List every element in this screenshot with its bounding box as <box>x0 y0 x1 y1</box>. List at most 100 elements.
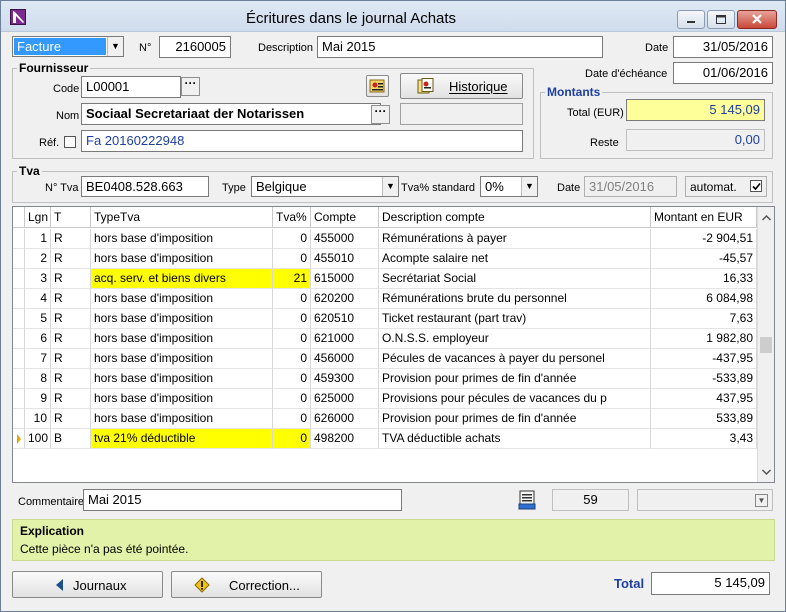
cell-t[interactable]: R <box>51 309 91 329</box>
history-button[interactable]: Historique <box>400 73 523 99</box>
row-selector[interactable] <box>13 309 25 329</box>
cell-t[interactable]: R <box>51 269 91 289</box>
column-header-tva-pct[interactable]: Tva% <box>273 207 311 228</box>
cell-tva-pct[interactable]: 0 <box>273 309 311 329</box>
cell-typetva[interactable]: hors base d'imposition <box>91 229 273 249</box>
chevron-down-icon[interactable]: ▼ <box>521 177 537 196</box>
table-row[interactable]: 8 Rhors base d'imposition 0 459300 Provision… <box>13 369 757 389</box>
table-row[interactable]: 2 Rhors base d'imposition 0 455010 Acompte s… <box>13 249 757 269</box>
cell-t[interactable]: R <box>51 329 91 349</box>
cell-compte[interactable]: 615000 <box>311 269 379 289</box>
cell-typetva[interactable]: acq. serv. et biens divers <box>91 269 273 289</box>
ref-checkbox[interactable] <box>64 136 76 148</box>
cell-lgn[interactable]: 3 <box>25 269 51 289</box>
cell-montant[interactable]: -45,57 <box>651 249 757 269</box>
chevron-down-icon[interactable]: ▼ <box>107 37 123 56</box>
table-row[interactable]: 10 Rhors base d'imposition 0 626000 Provisio… <box>13 409 757 429</box>
cell-t[interactable]: R <box>51 389 91 409</box>
cell-description[interactable]: Acompte salaire net <box>379 249 651 269</box>
cell-compte[interactable]: 498200 <box>311 429 379 449</box>
cell-compte[interactable]: 620200 <box>311 289 379 309</box>
cell-description[interactable]: Pécules de vacances à payer du personel <box>379 349 651 369</box>
cell-description[interactable]: Provisions pour pécules de vacances du p <box>379 389 651 409</box>
cell-montant[interactable]: 6 084,98 <box>651 289 757 309</box>
notes-button[interactable] <box>516 490 541 512</box>
code-field[interactable]: L00001 <box>81 76 181 98</box>
table-row[interactable]: 6 Rhors base d'imposition 0 621000 O.N.S.S. … <box>13 329 757 349</box>
cell-typetva[interactable]: hors base d'imposition <box>91 329 273 349</box>
code-lookup-button[interactable]: ··· <box>181 77 200 96</box>
cell-t[interactable]: R <box>51 249 91 269</box>
row-selector[interactable] <box>13 329 25 349</box>
cell-description[interactable]: Provision pour primes de fin d'année <box>379 369 651 389</box>
table-row[interactable]: 5 Rhors base d'imposition 0 620510 Ticket re… <box>13 309 757 329</box>
name-field[interactable]: Sociaal Secretariaat der Notarissen <box>81 103 381 125</box>
close-button[interactable] <box>737 10 777 29</box>
cell-typetva[interactable]: hors base d'imposition <box>91 309 273 329</box>
cell-compte[interactable]: 459300 <box>311 369 379 389</box>
supplier-card-button[interactable] <box>366 75 389 97</box>
row-selector[interactable] <box>13 389 25 409</box>
cell-t[interactable]: R <box>51 289 91 309</box>
cell-compte[interactable]: 620510 <box>311 309 379 329</box>
scrollbar-thumb[interactable] <box>760 337 772 353</box>
cell-t[interactable]: R <box>51 349 91 369</box>
cell-typetva[interactable]: hors base d'imposition <box>91 249 273 269</box>
row-selector[interactable] <box>13 229 25 249</box>
table-row[interactable]: 7 Rhors base d'imposition 0 456000 Pécules d… <box>13 349 757 369</box>
cell-lgn[interactable]: 9 <box>25 389 51 409</box>
table-row[interactable]: 3 Racq. serv. et biens divers 21 615000 Secr… <box>13 269 757 289</box>
vertical-scrollbar[interactable] <box>757 207 774 482</box>
column-header-lgn[interactable]: Lgn <box>25 207 51 228</box>
tva-number-field[interactable]: BE0408.528.663 <box>81 176 209 197</box>
cell-compte[interactable]: 456000 <box>311 349 379 369</box>
cell-montant[interactable]: -2 904,51 <box>651 229 757 249</box>
table-row[interactable]: 100 Btva 21% déductible 0 498200 TVA déducti… <box>13 429 757 449</box>
cell-typetva[interactable]: tva 21% déductible <box>91 429 273 449</box>
cell-description[interactable]: Rémunérations à payer <box>379 229 651 249</box>
extra-dropdown[interactable]: ▼ <box>637 489 773 511</box>
cell-compte[interactable]: 621000 <box>311 329 379 349</box>
cell-description[interactable]: Ticket restaurant (part trav) <box>379 309 651 329</box>
chevron-down-icon[interactable]: ▼ <box>382 177 398 196</box>
cell-lgn[interactable]: 1 <box>25 229 51 249</box>
due-date-field[interactable]: 01/06/2016 <box>673 62 773 84</box>
cell-lgn[interactable]: 10 <box>25 409 51 429</box>
correction-button[interactable]: Correction... <box>171 571 322 598</box>
column-header-t[interactable]: T <box>51 207 91 228</box>
cell-compte[interactable]: 625000 <box>311 389 379 409</box>
cell-lgn[interactable]: 5 <box>25 309 51 329</box>
cell-montant[interactable]: -533,89 <box>651 369 757 389</box>
cell-compte[interactable]: 455000 <box>311 229 379 249</box>
cell-tva-pct[interactable]: 0 <box>273 409 311 429</box>
number-field[interactable]: 2160005 <box>159 36 231 58</box>
cell-t[interactable]: R <box>51 409 91 429</box>
cell-t[interactable]: R <box>51 369 91 389</box>
column-header-compte[interactable]: Compte <box>311 207 379 228</box>
table-row[interactable]: 4 Rhors base d'imposition 0 620200 Rémunérat… <box>13 289 757 309</box>
minimize-button[interactable] <box>677 10 705 29</box>
cell-tva-pct[interactable]: 0 <box>273 369 311 389</box>
cell-description[interactable]: Rémunérations brute du personnel <box>379 289 651 309</box>
cell-tva-pct[interactable]: 0 <box>273 349 311 369</box>
cell-description[interactable]: Provision pour primes de fin d'année <box>379 409 651 429</box>
cell-description[interactable]: TVA déductible achats <box>379 429 651 449</box>
cell-tva-pct[interactable]: 0 <box>273 249 311 269</box>
cell-typetva[interactable]: hors base d'imposition <box>91 349 273 369</box>
cell-tva-pct[interactable]: 0 <box>273 429 311 449</box>
row-selector[interactable] <box>13 349 25 369</box>
cell-montant[interactable]: 7,63 <box>651 309 757 329</box>
cell-lgn[interactable]: 7 <box>25 349 51 369</box>
cell-tva-pct[interactable]: 0 <box>273 289 311 309</box>
column-header-description[interactable]: Description compte <box>379 207 651 228</box>
tva-type-select[interactable]: Belgique ▼ <box>251 176 399 197</box>
cell-lgn[interactable]: 100 <box>25 429 51 449</box>
cell-typetva[interactable]: hors base d'imposition <box>91 289 273 309</box>
cell-montant[interactable]: 437,95 <box>651 389 757 409</box>
cell-montant[interactable]: 1 982,80 <box>651 329 757 349</box>
cell-t[interactable]: R <box>51 229 91 249</box>
cell-montant[interactable]: 3,43 <box>651 429 757 449</box>
auto-checkbox[interactable] <box>750 180 762 192</box>
row-selector[interactable] <box>13 269 25 289</box>
description-field[interactable]: Mai 2015 <box>317 36 603 58</box>
